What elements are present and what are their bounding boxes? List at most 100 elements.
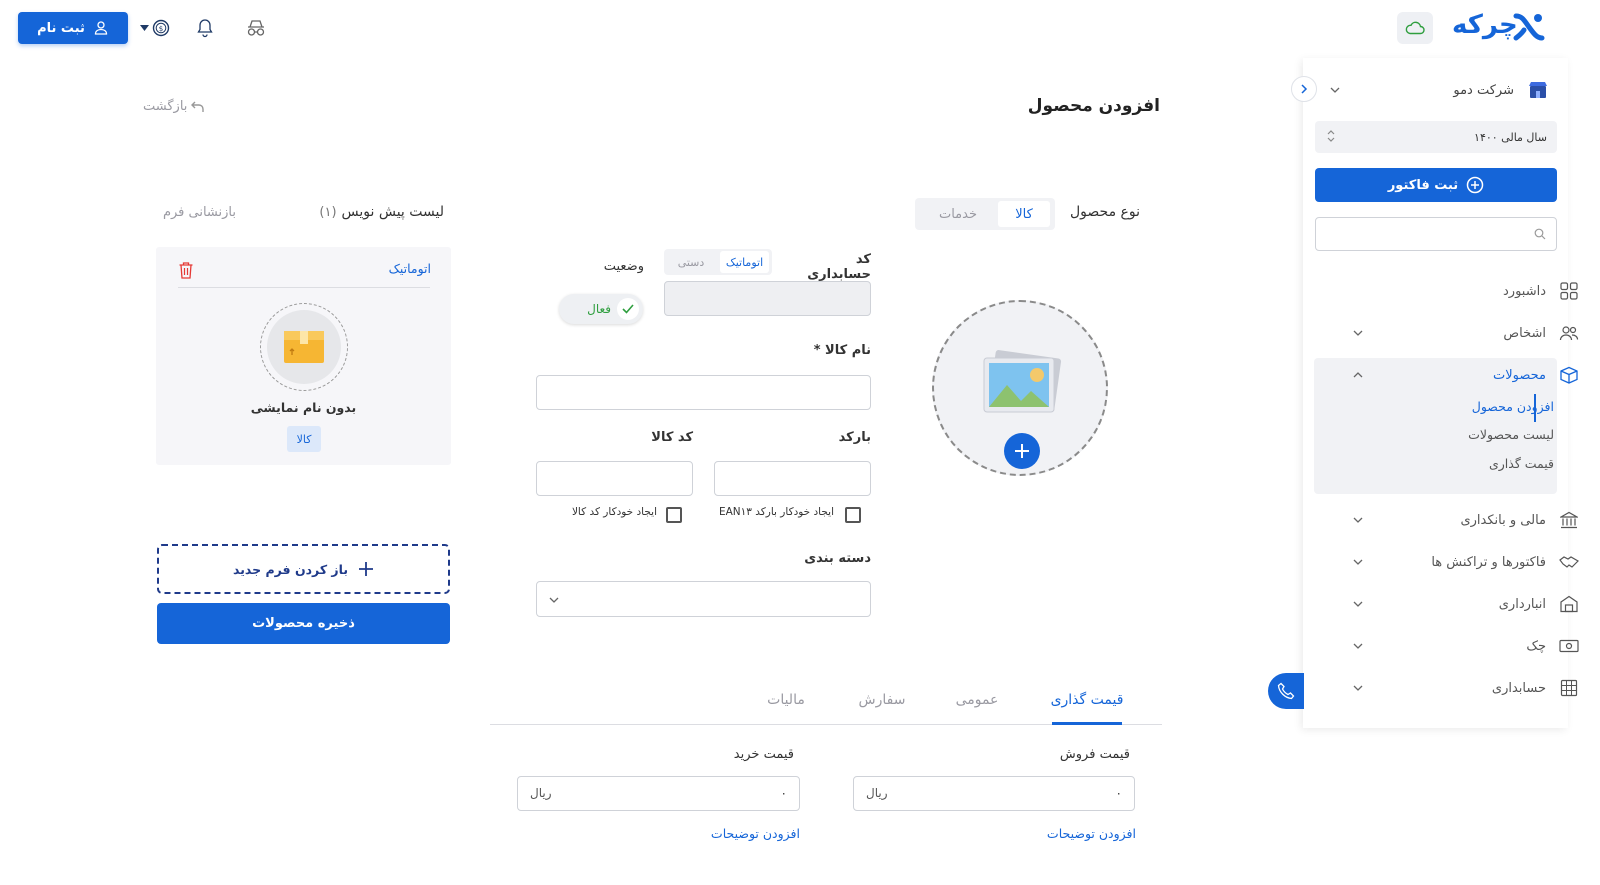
tab-goods[interactable]: کالا bbox=[998, 201, 1050, 227]
code-mode-toggle: اتوماتیک دستی bbox=[664, 249, 772, 275]
caret-down-icon bbox=[140, 25, 149, 31]
tab-services-label: خدمات bbox=[938, 206, 978, 222]
draft-image bbox=[260, 303, 348, 391]
sidebar-item-label: انبارداری bbox=[1498, 596, 1546, 612]
sidebar-collapse-button[interactable] bbox=[1291, 76, 1317, 102]
sidebar-subitem-product-list[interactable]: لیست محصولات bbox=[1468, 427, 1554, 442]
register-invoice-button[interactable]: ثبت فاکتور bbox=[1315, 168, 1557, 202]
sidebar-item-warehouse[interactable]: انبارداری bbox=[1345, 589, 1580, 619]
tab-services[interactable]: خدمات bbox=[927, 201, 989, 227]
sidebar-subitem-add-product[interactable]: افزودن محصول bbox=[1472, 399, 1554, 414]
tab-auto[interactable]: اتوماتیک bbox=[720, 251, 769, 273]
sell-price-input[interactable]: ۰ ریال bbox=[853, 776, 1135, 811]
draft-type-badge: کالا bbox=[287, 426, 321, 452]
product-name-label: نام کالا * bbox=[813, 343, 871, 358]
status-label: وضعیت bbox=[603, 259, 644, 274]
sidebar-item-products[interactable]: محصولات bbox=[1345, 360, 1580, 390]
plus-icon bbox=[1013, 442, 1031, 460]
phone-icon bbox=[1277, 682, 1295, 700]
reset-form-link[interactable]: بازنشانی فرم bbox=[150, 205, 236, 220]
sidebar-item-cheque[interactable]: چک bbox=[1345, 631, 1580, 661]
bank-icon bbox=[1558, 511, 1580, 529]
sell-price-label: قیمت فروش bbox=[1059, 747, 1130, 762]
tab-general[interactable]: عمومی bbox=[945, 692, 1009, 708]
back-arrow-icon bbox=[190, 101, 205, 113]
dashboard-icon bbox=[1558, 282, 1580, 300]
tab-manual-label: دستی bbox=[677, 255, 705, 269]
handshake-icon bbox=[1558, 554, 1580, 570]
search-icon bbox=[1534, 228, 1546, 240]
sidebar-item-people[interactable]: اشخاص bbox=[1345, 318, 1580, 348]
open-new-form-label: باز کردن فرم جدید bbox=[232, 561, 349, 577]
status-toggle[interactable]: فعال bbox=[559, 294, 643, 324]
cloud-icon bbox=[1405, 21, 1425, 35]
sidebar-search-input[interactable] bbox=[1315, 217, 1557, 251]
company-name: شرکت دمو bbox=[1453, 82, 1514, 98]
sidebar-item-label: فاکتورها و تراکنش ها bbox=[1431, 554, 1546, 570]
tab-auto-label: اتوماتیک bbox=[725, 255, 764, 269]
store-icon bbox=[1528, 81, 1548, 99]
sidebar-item-accounting[interactable]: حسابداری bbox=[1345, 673, 1580, 703]
tab-order[interactable]: سفارش bbox=[850, 692, 914, 708]
sidebar-item-finance[interactable]: مالی و بانکداری bbox=[1345, 505, 1580, 535]
product-type-toggle: کالا خدمات bbox=[915, 198, 1055, 230]
product-code-input[interactable] bbox=[536, 461, 693, 496]
plus-icon bbox=[358, 561, 374, 577]
tab-manual[interactable]: دستی bbox=[668, 251, 714, 273]
fiscal-year-value: سال مالی ۱۴۰۰ bbox=[1474, 130, 1547, 144]
sort-icon bbox=[1327, 129, 1335, 143]
auto-code-checkbox[interactable] bbox=[666, 507, 682, 523]
drafts-count: (۱) bbox=[319, 204, 337, 220]
chevron-down-icon bbox=[1330, 87, 1340, 93]
calculator-icon bbox=[1558, 679, 1580, 697]
box-icon bbox=[1558, 366, 1580, 384]
currency-menu[interactable]: $ bbox=[140, 16, 172, 40]
auto-barcode-checkbox[interactable] bbox=[845, 507, 861, 523]
cheque-icon bbox=[1558, 639, 1580, 653]
back-label: بازگشت bbox=[143, 99, 188, 114]
signup-button[interactable]: ثبت نام bbox=[18, 12, 128, 44]
chevron-down-icon bbox=[1353, 330, 1363, 336]
save-products-button[interactable]: ذخیره محصولات bbox=[157, 603, 450, 644]
category-select[interactable] bbox=[536, 581, 871, 617]
bell-icon[interactable] bbox=[196, 18, 214, 38]
active-indicator bbox=[1534, 394, 1536, 422]
company-selector[interactable]: شرکت دمو bbox=[1326, 76, 1548, 104]
sidebar-subitem-pricing[interactable]: قیمت گذاری bbox=[1489, 456, 1554, 471]
category-label: دسته بندی bbox=[804, 551, 871, 566]
accounting-code-input[interactable] bbox=[664, 281, 871, 316]
incognito-icon[interactable] bbox=[245, 18, 267, 38]
chevron-right-icon bbox=[1300, 84, 1308, 94]
sell-price-currency: ریال bbox=[866, 786, 888, 800]
accounting-code-label: کد حسابداری bbox=[807, 252, 871, 282]
buy-price-value: ۰ bbox=[780, 786, 787, 800]
open-new-form-button[interactable]: باز کردن فرم جدید bbox=[157, 544, 450, 594]
draft-card[interactable]: اتوماتیک بدون نام نمایشی کالا bbox=[156, 247, 451, 465]
image-upload-area[interactable] bbox=[932, 300, 1108, 476]
sidebar-item-label: محصولات bbox=[1493, 367, 1546, 383]
sell-add-description-link[interactable]: افزودن توضیحات bbox=[1000, 826, 1136, 841]
tab-pricing[interactable]: قیمت گذاری bbox=[1044, 692, 1130, 708]
product-name-input[interactable] bbox=[536, 375, 871, 410]
buy-price-input[interactable]: ۰ ریال bbox=[517, 776, 800, 811]
sidebar-item-dashboard[interactable]: داشبورد bbox=[1345, 276, 1580, 306]
save-products-label: ذخیره محصولات bbox=[252, 616, 355, 631]
chevron-down-icon bbox=[1353, 559, 1363, 565]
back-link[interactable]: بازگشت bbox=[143, 99, 205, 114]
buy-add-description-link[interactable]: افزودن توضیحات bbox=[664, 826, 800, 841]
svg-text:$: $ bbox=[159, 25, 163, 33]
tab-tax[interactable]: مالیات bbox=[754, 692, 818, 708]
fiscal-year-select[interactable]: سال مالی ۱۴۰۰ bbox=[1315, 121, 1557, 153]
drafts-title: لیست پیش نویس bbox=[341, 204, 444, 220]
draft-card-code: اتوماتیک bbox=[388, 261, 431, 276]
trash-icon[interactable] bbox=[178, 261, 194, 279]
auto-barcode-label: ایجاد خودکار بارکد EAN۱۳ bbox=[718, 506, 834, 518]
logo-text: چرکه bbox=[1452, 10, 1518, 40]
chevron-down-icon bbox=[1353, 601, 1363, 607]
barcode-input[interactable] bbox=[714, 461, 871, 496]
support-call-button[interactable] bbox=[1268, 673, 1304, 709]
barcode-label: بارکد bbox=[838, 430, 871, 445]
sidebar-item-invoices[interactable]: فاکتورها و تراکنش ها bbox=[1345, 547, 1580, 577]
cloud-sync-button[interactable] bbox=[1397, 12, 1433, 44]
add-image-button[interactable] bbox=[1004, 433, 1040, 469]
